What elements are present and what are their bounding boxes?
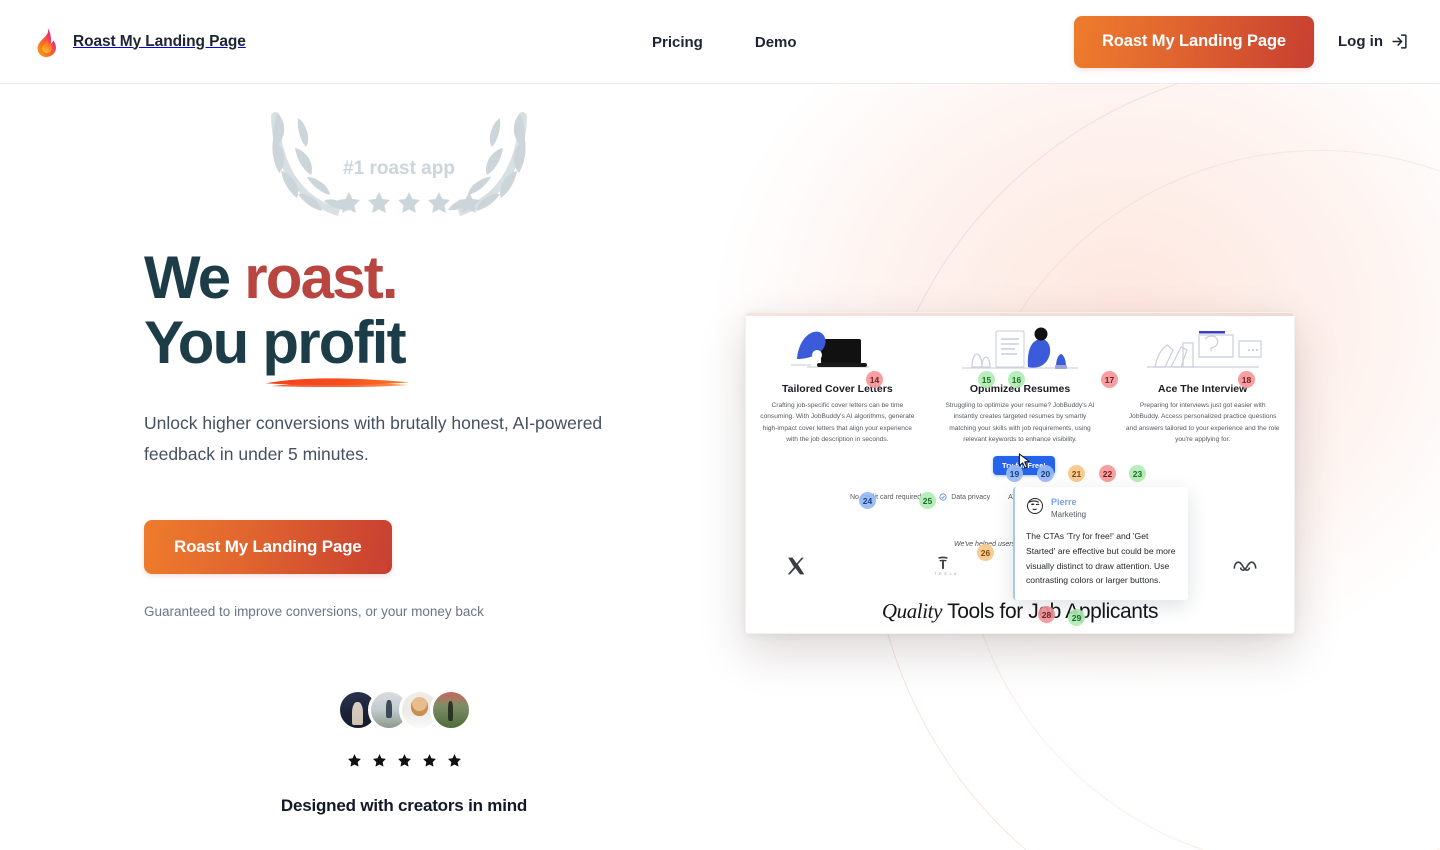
avatar xyxy=(429,688,472,731)
screenshot-content: Tailored Cover Letters Crafting job-spec… xyxy=(746,313,1294,633)
award-badge: #1 roast app xyxy=(254,96,544,222)
page-title: We roast. You profit xyxy=(144,244,700,387)
annotation-badge[interactable]: 23 xyxy=(1129,465,1146,482)
login-label: Log in xyxy=(1338,33,1383,50)
annotation-badge[interactable]: 24 xyxy=(859,492,876,509)
feature-body: Struggling to optimize your resume? JobB… xyxy=(945,402,1095,443)
meta-logo-icon xyxy=(1232,558,1258,574)
feature-column: Ace The Interview Preparing for intervie… xyxy=(1111,319,1294,445)
product-screenshot[interactable]: Tailored Cover Letters Crafting job-spec… xyxy=(745,312,1295,634)
avatar-group xyxy=(144,688,664,731)
header-roast-cta-button[interactable]: Roast My Landing Page xyxy=(1073,15,1314,68)
annotation-badge[interactable]: 17 xyxy=(1101,371,1118,388)
login-arrow-icon xyxy=(1391,33,1408,50)
guarantee-text: Guaranteed to improve conversions, or yo… xyxy=(144,603,484,619)
annotation-badge[interactable]: 28 xyxy=(1038,606,1055,623)
x-logo-icon xyxy=(786,556,806,576)
feature-title: Ace The Interview xyxy=(1158,383,1248,395)
interview-illustration-icon xyxy=(1125,319,1280,375)
login-link[interactable]: Log in xyxy=(1338,33,1408,50)
social-proof: Designed with creators in mind xyxy=(144,688,664,816)
feedback-author-name: Pierre xyxy=(1051,497,1077,507)
person-face-icon xyxy=(1026,497,1044,520)
feedback-author-role: Marketing xyxy=(1051,509,1087,519)
hero-subtitle: Unlock higher conversions with brutally … xyxy=(144,412,603,464)
annotation-badge[interactable]: 29 xyxy=(1068,609,1085,626)
check-circle-icon xyxy=(939,493,947,501)
cover-letter-illustration-icon xyxy=(760,319,915,375)
trust-label: Data privacy xyxy=(951,493,991,501)
nav-item-demo[interactable]: Demo xyxy=(755,34,797,51)
resume-illustration-icon xyxy=(943,319,1098,375)
feedback-header: Pierre Marketing xyxy=(1026,497,1176,520)
mouse-cursor-icon xyxy=(1018,453,1031,470)
star-icon xyxy=(422,754,436,767)
laurel-wreath-icon: #1 roast app xyxy=(271,112,527,216)
star-icon xyxy=(372,754,386,767)
star-icon xyxy=(447,754,461,767)
headline-roast-word: roast. xyxy=(244,244,398,311)
social-proof-caption: Designed with creators in mind xyxy=(280,795,528,815)
annotation-badge[interactable]: 22 xyxy=(1099,465,1116,482)
annotation-badge[interactable]: 26 xyxy=(977,544,994,561)
brand-logo-link[interactable]: Roast My Landing Page xyxy=(32,27,246,57)
screenshot-top-accent xyxy=(746,313,1294,316)
header-actions: Roast My Landing Page Log in xyxy=(1073,15,1408,68)
site-header: Roast My Landing Page Pricing Demo Roast… xyxy=(0,0,1440,84)
screenshot-bottom-heading: Quality Tools for Job Applicants xyxy=(746,599,1294,624)
nav-item-pricing[interactable]: Pricing xyxy=(652,34,703,51)
annotation-badge[interactable]: 20 xyxy=(1037,465,1054,482)
main-navigation: Pricing Demo xyxy=(652,0,797,84)
annotation-badge[interactable]: 21 xyxy=(1068,465,1085,482)
feedback-tooltip[interactable]: Pierre Marketing The CTAs 'Try for free!… xyxy=(1013,487,1188,601)
underline-stroke-icon xyxy=(266,378,410,387)
annotation-badge[interactable]: 25 xyxy=(919,492,936,509)
hero-roast-cta-button[interactable]: Roast My Landing Page xyxy=(144,519,392,574)
annotation-badge[interactable]: 15 xyxy=(978,371,995,388)
headline-line1-prefix: We xyxy=(144,244,245,311)
annotation-badge[interactable]: 18 xyxy=(1238,371,1255,388)
star-icon xyxy=(347,754,361,767)
trust-item: Data privacy xyxy=(939,493,990,501)
annotation-badge[interactable]: 14 xyxy=(866,371,883,388)
hero-content: #1 roast app We roast. You profit Unlock… xyxy=(0,84,700,816)
feature-column: Tailored Cover Letters Crafting job-spec… xyxy=(746,319,929,445)
feedback-author: Pierre Marketing xyxy=(1051,497,1086,519)
star-icon xyxy=(397,754,411,767)
feedback-text: The CTAs 'Try for free!' and 'Get Starte… xyxy=(1026,531,1176,586)
feature-body: Preparing for interviews just got easier… xyxy=(1125,402,1280,443)
feature-title: Tailored Cover Letters xyxy=(782,383,893,395)
headline-profit-word-wrap: profit xyxy=(262,308,410,387)
rating-stars xyxy=(144,753,664,768)
flame-icon xyxy=(32,27,60,57)
brand-name: Roast My Landing Page xyxy=(73,32,246,50)
annotation-badge[interactable]: 16 xyxy=(1008,371,1025,388)
heading-italic-word: Quality xyxy=(881,599,943,623)
tesla-logo-icon: T E S L A xyxy=(934,555,957,576)
tesla-wordmark: T E S L A xyxy=(934,572,958,576)
feature-body: Crafting job-specific cover letters can … xyxy=(760,402,915,443)
badge-text: #1 roast app xyxy=(343,158,455,179)
headline-profit-word: profit xyxy=(262,308,406,376)
headline-line2-prefix: You xyxy=(144,308,263,376)
